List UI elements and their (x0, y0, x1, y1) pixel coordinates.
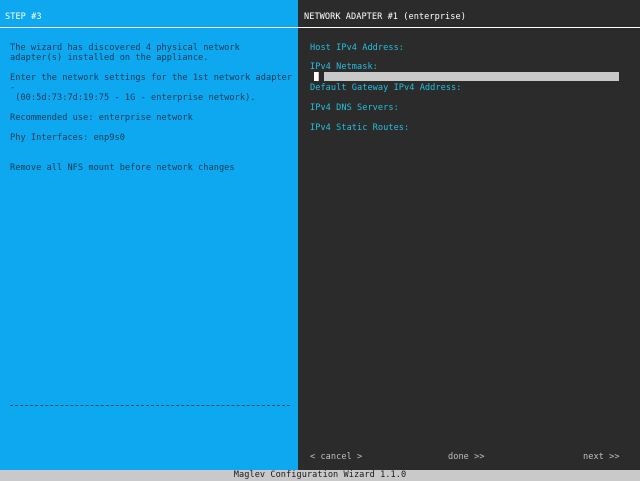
info-line-1: The wizard has discovered 4 physical net… (10, 43, 240, 53)
adapter-title: NETWORK ADAPTER #1 (enterprise) (304, 12, 466, 22)
text-cursor (314, 72, 318, 81)
info-line-5: (00:5d:73:7d:19:75 - 1G - enterprise net… (10, 93, 256, 103)
status-bar: Maglev Configuration Wizard 1.1.0 (0, 470, 640, 481)
default-gateway-label: Default Gateway IPv4 Address: (310, 83, 462, 93)
input-gap (319, 72, 324, 81)
cancel-button[interactable]: < cancel > (310, 452, 362, 462)
ipv4-netmask-input[interactable] (314, 72, 619, 81)
status-bar-text: Maglev Configuration Wizard 1.1.0 (233, 470, 407, 480)
info-line-2: adapter(s) installed on the appliance. (10, 53, 209, 63)
nfs-warning: Remove all NFS mount before network chan… (10, 163, 235, 173)
ipv4-dns-servers-label: IPv4 DNS Servers: (310, 103, 399, 113)
ipv4-static-routes-label: IPv4 Static Routes: (310, 123, 410, 133)
ipv4-netmask-label: IPv4 Netmask: (310, 62, 378, 72)
step-title: STEP #3 (5, 12, 42, 22)
step-panel: STEP #3 The wizard has discovered 4 phys… (0, 0, 298, 470)
next-button[interactable]: next >> (583, 452, 620, 462)
info-line-3: Enter the network settings for the 1st n… (10, 73, 293, 83)
step-header: STEP #3 (0, 9, 298, 28)
done-button[interactable]: done >> (448, 452, 485, 462)
host-ipv4-address-label: Host IPv4 Address: (310, 43, 405, 53)
recommended-use: Recommended use: enterprise network (10, 113, 193, 123)
divider (10, 405, 290, 406)
adapter-header: NETWORK ADAPTER #1 (enterprise) (298, 9, 640, 28)
phy-interfaces: Phy Interfaces: enp9s0 (10, 133, 125, 143)
info-line-4: - (10, 83, 16, 93)
adapter-panel: NETWORK ADAPTER #1 (enterprise) Host IPv… (298, 0, 640, 470)
